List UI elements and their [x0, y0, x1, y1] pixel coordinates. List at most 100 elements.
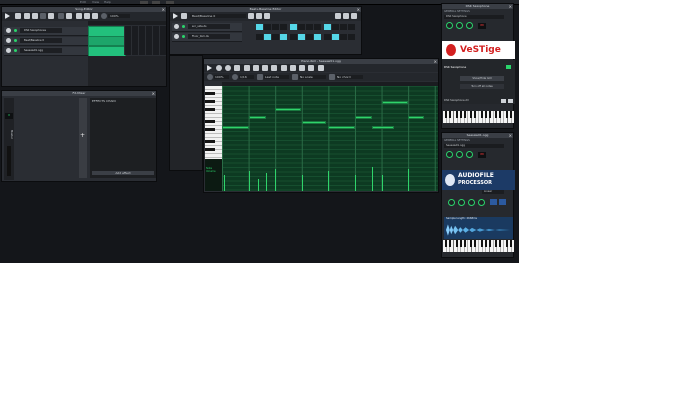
- beat-selector[interactable]: Beat/Bassline 0: [190, 14, 246, 18]
- black-key[interactable]: [456, 111, 458, 118]
- velocity-bar[interactable]: [275, 169, 276, 191]
- black-key[interactable]: [481, 240, 483, 247]
- stop-icon[interactable]: [234, 65, 240, 71]
- black-key[interactable]: [470, 240, 472, 247]
- velocity-bar[interactable]: [249, 171, 250, 191]
- detune-mode-icon[interactable]: [271, 65, 277, 71]
- piano-keyboard[interactable]: [443, 240, 514, 252]
- reverse-button[interactable]: [490, 199, 497, 205]
- note[interactable]: [328, 126, 355, 129]
- black-key[interactable]: [205, 140, 215, 143]
- black-key[interactable]: [499, 111, 501, 118]
- waveform-display[interactable]: Sample length: 2668ms: [444, 217, 513, 239]
- volume-fader[interactable]: [7, 146, 11, 176]
- step-cell[interactable]: [348, 24, 355, 30]
- gear-icon[interactable]: [6, 48, 11, 53]
- add-channel-button[interactable]: +: [79, 98, 87, 178]
- black-key[interactable]: [499, 240, 501, 247]
- song-grid[interactable]: [124, 26, 166, 55]
- step-cell[interactable]: [332, 34, 339, 40]
- step-cell[interactable]: [324, 34, 331, 40]
- fx-channel-lcd[interactable]: 00: [478, 152, 486, 158]
- track-row[interactable]: snr_side.ds: [172, 23, 242, 32]
- velocity-bar[interactable]: [302, 175, 303, 191]
- loop-icon[interactable]: [92, 13, 98, 19]
- menu-view[interactable]: View: [92, 0, 99, 5]
- quantize-select[interactable]: 1/16: [239, 75, 254, 79]
- track-row[interactable]: Floor_tom.ds: [172, 33, 242, 42]
- step-cell[interactable]: [264, 34, 271, 40]
- step-cell[interactable]: [340, 34, 347, 40]
- black-key[interactable]: [460, 111, 462, 118]
- stop-icon[interactable]: [181, 13, 187, 19]
- track-row[interactable]: Seesaw01.ogg: [4, 47, 88, 56]
- black-key[interactable]: [470, 111, 472, 118]
- preset-icon[interactable]: [508, 99, 513, 103]
- black-key[interactable]: [495, 111, 497, 118]
- pattern-block[interactable]: [88, 36, 126, 46]
- step-cell[interactable]: [340, 24, 347, 30]
- track-name[interactable]: snr_side.ds: [188, 24, 230, 29]
- skip-back-icon[interactable]: [76, 13, 82, 19]
- mute-led-icon[interactable]: [14, 29, 17, 32]
- note[interactable]: [275, 108, 301, 111]
- track-name[interactable]: DSK Saxophones: [20, 28, 62, 33]
- black-key[interactable]: [474, 111, 476, 118]
- black-key[interactable]: [205, 108, 215, 111]
- velocity-bar[interactable]: [328, 171, 329, 191]
- track-row[interactable]: DSK Saxophones: [4, 27, 88, 36]
- master-channel-strip[interactable]: 0 Master: [4, 98, 14, 180]
- step-cell[interactable]: [290, 34, 297, 40]
- step-cell[interactable]: [272, 34, 279, 40]
- step-cell[interactable]: [256, 24, 263, 30]
- open-plugin-icon[interactable]: [501, 99, 506, 103]
- skip-forward-icon[interactable]: [84, 13, 90, 19]
- paste-icon[interactable]: [308, 65, 314, 71]
- play-icon[interactable]: [207, 65, 212, 71]
- black-key[interactable]: [464, 240, 466, 247]
- close-icon[interactable]: ×: [152, 91, 155, 96]
- select-mode-icon[interactable]: [262, 65, 268, 71]
- black-key[interactable]: [449, 111, 451, 118]
- step-cell[interactable]: [314, 34, 321, 40]
- black-key[interactable]: [205, 92, 215, 95]
- draw-mode-icon[interactable]: [244, 65, 250, 71]
- black-key[interactable]: [205, 128, 215, 131]
- toolbar-widget[interactable]: [166, 1, 174, 4]
- instrument-name-field[interactable]: Seesaw01.ogg: [444, 144, 504, 148]
- gear-icon[interactable]: [174, 34, 179, 39]
- step-cell[interactable]: [290, 24, 297, 30]
- record-icon[interactable]: [216, 65, 222, 71]
- step-cell[interactable]: [298, 24, 305, 30]
- edit-mode-icon[interactable]: [58, 13, 64, 19]
- black-key[interactable]: [460, 240, 462, 247]
- menu-help[interactable]: Help: [104, 0, 111, 5]
- gear-icon[interactable]: [6, 38, 11, 43]
- velocity-bar[interactable]: [372, 167, 373, 191]
- black-key[interactable]: [205, 100, 215, 103]
- quantize-icon[interactable]: [281, 65, 287, 71]
- toolbar-widget[interactable]: [140, 1, 148, 4]
- pitch-knob[interactable]: [466, 22, 473, 29]
- instrument-name-field[interactable]: DSK Saxophone: [444, 15, 504, 19]
- loop-button[interactable]: [499, 199, 506, 205]
- step-cell[interactable]: [298, 34, 305, 40]
- step-cell[interactable]: [314, 24, 321, 30]
- black-key[interactable]: [506, 111, 508, 118]
- interpolation-select[interactable]: Linear: [482, 190, 504, 194]
- draw-mode-icon[interactable]: [48, 13, 54, 19]
- add-sample-track-icon[interactable]: [32, 13, 38, 19]
- copy-icon[interactable]: [299, 65, 305, 71]
- mute-led-icon[interactable]: [14, 39, 17, 42]
- velocity-bar[interactable]: [266, 173, 267, 191]
- note[interactable]: [355, 116, 372, 119]
- note[interactable]: [302, 121, 326, 124]
- black-key[interactable]: [205, 148, 215, 151]
- end-point-knob[interactable]: [468, 199, 475, 206]
- show-gui-button[interactable]: Show/Hide GUI: [460, 76, 504, 81]
- velocity-lane[interactable]: [222, 161, 438, 191]
- note[interactable]: [382, 101, 408, 104]
- erase-mode-icon[interactable]: [253, 65, 259, 71]
- cut-icon[interactable]: [290, 65, 296, 71]
- add-automation-icon[interactable]: [40, 13, 46, 19]
